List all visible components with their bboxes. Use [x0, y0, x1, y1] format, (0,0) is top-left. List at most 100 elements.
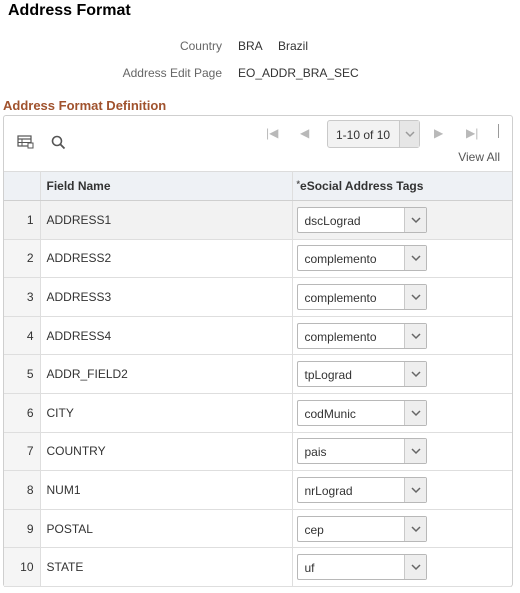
pager-text: 1-10 of 10 — [336, 128, 391, 142]
select-dropdown-button[interactable] — [403, 477, 426, 502]
table-row: 1 ADDRESS1 dscLograd — [4, 200, 512, 240]
field-name-cell: STATE — [40, 547, 293, 587]
address-fields-table: Field Name *eSocial Address Tags 1 ADDRES… — [4, 171, 512, 587]
esocial-tag-cell: dscLograd — [292, 200, 512, 240]
field-name-cell: COUNTRY — [40, 432, 293, 472]
chevron-down-icon — [410, 448, 421, 455]
previous-page-icon[interactable]: ◀ — [300, 126, 309, 140]
field-name-cell: ADDRESS3 — [40, 277, 293, 317]
select-dropdown-button[interactable] — [403, 439, 426, 464]
country-label: Country — [179, 39, 222, 53]
esocial-tag-value: tpLograd — [304, 368, 352, 383]
field-name-cell: ADDRESS4 — [40, 316, 293, 356]
esocial-tag-select[interactable]: codMunic — [296, 399, 427, 426]
grid-personalize-icon[interactable] — [17, 134, 35, 150]
toolbar-divider — [498, 124, 499, 138]
table-row: 10 STATE uf — [4, 547, 512, 587]
row-number: 7 — [4, 432, 41, 472]
header-row-number — [4, 171, 41, 201]
section-title: Address Format Definition — [3, 98, 167, 113]
esocial-tag-cell: uf — [292, 547, 512, 587]
esocial-tag-value: codMunic — [304, 406, 356, 421]
country-row: Country BRA Brazil — [0, 39, 520, 55]
field-name-cell: ADDRESS1 — [40, 200, 293, 240]
row-number: 9 — [4, 509, 41, 549]
table-row: 2 ADDRESS2 complemento — [4, 239, 512, 279]
field-name-cell: ADDR_FIELD2 — [40, 354, 293, 394]
esocial-tag-select[interactable]: pais — [296, 438, 427, 465]
first-page-icon[interactable]: |◀ — [266, 126, 278, 140]
view-all-link[interactable]: View All — [458, 150, 500, 164]
table-row: 3 ADDRESS3 complemento — [4, 277, 512, 317]
esocial-tag-select[interactable]: dscLograd — [296, 206, 427, 233]
country-name: Brazil — [278, 39, 309, 53]
search-icon[interactable] — [50, 134, 68, 150]
pager-select[interactable]: 1-10 of 10 — [327, 120, 420, 148]
esocial-tag-cell: complemento — [292, 316, 512, 356]
chevron-down-icon — [410, 255, 421, 262]
header-esocial-tags[interactable]: *eSocial Address Tags — [292, 171, 512, 201]
field-name-cell: NUM1 — [40, 470, 293, 510]
chevron-down-icon — [410, 410, 421, 416]
chevron-down-icon — [410, 371, 421, 378]
esocial-tag-select[interactable]: complemento — [296, 283, 427, 310]
field-name-cell: POSTAL — [40, 509, 293, 549]
select-dropdown-button[interactable] — [403, 400, 426, 425]
select-dropdown-button[interactable] — [403, 516, 426, 541]
last-page-icon[interactable]: ▶| — [466, 126, 478, 140]
select-dropdown-button[interactable] — [403, 323, 426, 348]
esocial-tag-select[interactable]: complemento — [296, 245, 427, 272]
esocial-tag-select[interactable]: cep — [296, 515, 427, 542]
row-number: 3 — [4, 277, 41, 317]
row-number: 5 — [4, 354, 41, 394]
esocial-tag-select[interactable]: nrLograd — [296, 476, 427, 503]
edit-page-row: Address Edit Page EO_ADDR_BRA_SEC — [0, 66, 520, 82]
esocial-tag-value: dscLograd — [304, 213, 361, 228]
pager-dropdown-button[interactable] — [399, 121, 419, 147]
edit-page-label: Address Edit Page — [122, 66, 222, 80]
select-dropdown-button[interactable] — [403, 246, 426, 271]
row-number: 4 — [4, 316, 41, 356]
chevron-down-icon — [410, 333, 421, 339]
select-dropdown-button[interactable] — [403, 207, 426, 232]
edit-page-value: EO_ADDR_BRA_SEC — [238, 66, 359, 80]
select-dropdown-button[interactable] — [403, 555, 426, 580]
esocial-tag-value: complemento — [304, 329, 377, 344]
esocial-tag-cell: nrLograd — [292, 470, 512, 510]
table-row: 4 ADDRESS4 complemento — [4, 316, 512, 356]
esocial-tag-value: cep — [304, 522, 324, 537]
esocial-tag-value: nrLograd — [304, 483, 353, 498]
esocial-tag-select[interactable]: uf — [296, 554, 427, 581]
chevron-down-icon — [410, 564, 421, 571]
next-page-icon[interactable]: ▶ — [434, 126, 443, 140]
row-number: 6 — [4, 393, 41, 433]
field-name-cell: ADDRESS2 — [40, 239, 293, 279]
esocial-tag-cell: complemento — [292, 277, 512, 317]
esocial-tag-value: complemento — [304, 290, 377, 305]
header-field-name[interactable]: Field Name — [40, 171, 293, 201]
table-row: 5 ADDR_FIELD2 tpLograd — [4, 354, 512, 394]
chevron-down-icon — [405, 131, 415, 138]
chevron-down-icon — [410, 526, 421, 532]
header-esocial-tags-label: eSocial Address Tags — [300, 179, 424, 193]
chevron-down-icon — [410, 487, 421, 494]
table-row: 7 COUNTRY pais — [4, 432, 512, 472]
page-title: Address Format — [8, 2, 131, 19]
chevron-down-icon — [410, 294, 421, 301]
row-number: 2 — [4, 239, 41, 279]
esocial-tag-cell: complemento — [292, 239, 512, 279]
table-row: 9 POSTAL cep — [4, 509, 512, 549]
select-dropdown-button[interactable] — [403, 284, 426, 309]
table-row: 6 CITY codMunic — [4, 393, 512, 433]
esocial-tag-value: pais — [304, 445, 327, 460]
chevron-down-icon — [410, 217, 421, 223]
esocial-tag-select[interactable]: complemento — [296, 322, 427, 349]
select-dropdown-button[interactable] — [403, 362, 426, 387]
esocial-tag-select[interactable]: tpLograd — [296, 361, 427, 388]
esocial-tag-cell: cep — [292, 509, 512, 549]
esocial-tag-cell: tpLograd — [292, 354, 512, 394]
table-header-row: Field Name *eSocial Address Tags — [4, 171, 512, 201]
esocial-tag-value: complemento — [304, 252, 377, 267]
row-number: 1 — [4, 200, 41, 240]
esocial-tag-cell: pais — [292, 432, 512, 472]
